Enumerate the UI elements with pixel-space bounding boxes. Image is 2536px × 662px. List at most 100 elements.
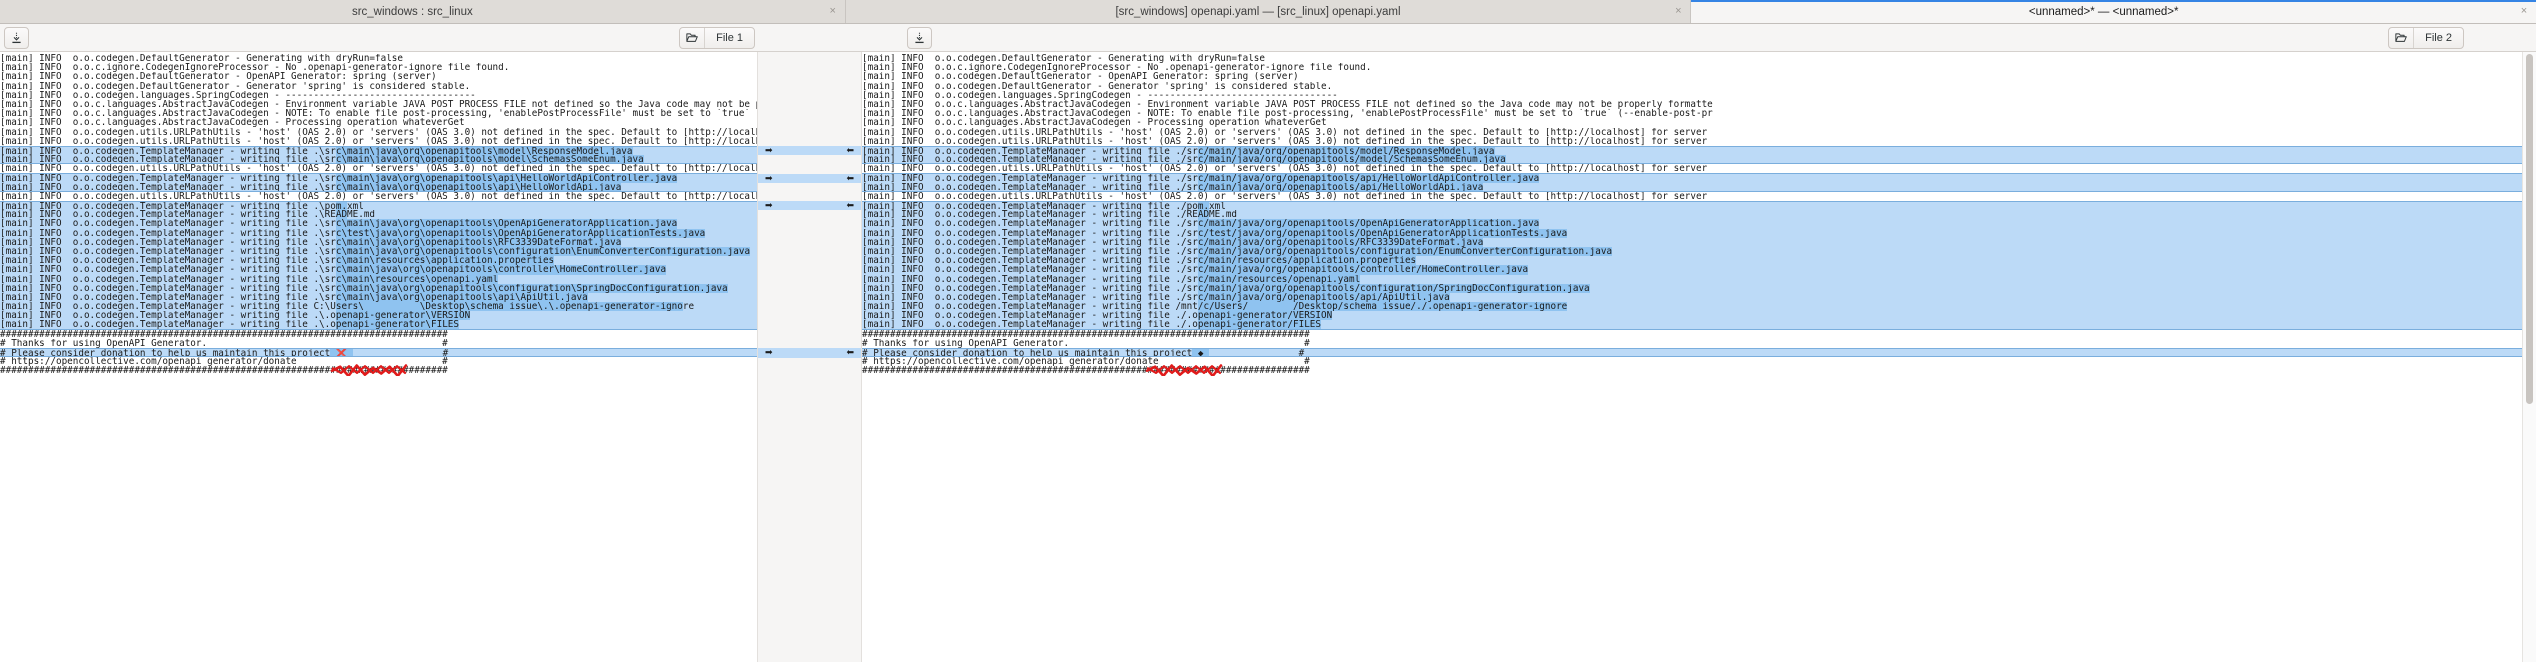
log-line: [main] INFO o.o.c.languages.AbstractJava… (0, 100, 757, 109)
left-log-lines: [main] INFO o.o.codegen.DefaultGenerator… (0, 52, 757, 376)
log-line: # Thanks for using OpenAPI Generator. # (0, 339, 757, 348)
folder-open-icon (2389, 28, 2414, 48)
log-line: [main] INFO o.o.codegen.utils.URLPathUti… (862, 128, 2522, 137)
log-line: [main] INFO o.o.codegen.DefaultGenerator… (862, 82, 2522, 91)
close-icon[interactable]: × (827, 6, 839, 17)
log-line: [main] INFO o.o.codegen.TemplateManager … (0, 311, 757, 320)
diff-body: [main] INFO o.o.codegen.DefaultGenerator… (0, 52, 2536, 662)
inline-change: c\main\java\org\openapitools\api\ApiUtil… (336, 293, 588, 302)
log-line: [main] INFO o.o.codegen.TemplateManager … (0, 238, 757, 247)
log-line: [main] INFO o.o.codegen.TemplateManager … (0, 146, 757, 155)
tab-unnamed[interactable]: <unnamed>* — <unnamed>* × (1691, 0, 2536, 23)
inline-change: c/main/java/org/openapitools/controller/… (1198, 265, 1528, 274)
inline-change: c/main/java/org/openapitools/api/HelloWo… (1198, 173, 1539, 182)
log-line: # https://opencollective.com/openapi_gen… (862, 357, 2522, 366)
log-line: [main] INFO o.o.codegen.TemplateManager … (862, 201, 2522, 210)
right-diff-pane[interactable]: [main] INFO o.o.codegen.DefaultGenerator… (862, 52, 2522, 662)
inline-change: c/main/java/org/openapitools/model/Respo… (1198, 146, 1495, 155)
diff-link-row[interactable]: ➡⬅ (758, 201, 861, 210)
copy-right-arrow-icon[interactable]: ➡ (765, 348, 773, 357)
diff-link-band (758, 155, 861, 164)
log-line: [main] INFO o.o.codegen.TemplateManager … (0, 219, 757, 228)
log-line: [main] INFO o.o.codegen.TemplateManager … (862, 238, 2522, 247)
log-line: [main] INFO o.o.c.languages.AbstractJava… (862, 100, 2522, 109)
log-line: [main] INFO o.o.codegen.TemplateManager … (0, 201, 757, 210)
copy-right-arrow-icon[interactable]: ➡ (765, 146, 773, 155)
log-line: [main] INFO o.o.codegen.DefaultGenerator… (0, 72, 757, 81)
diff-link-band (758, 266, 861, 275)
log-line: [main] INFO o.o.codegen.TemplateManager … (0, 256, 757, 265)
copy-left-arrow-icon[interactable]: ⬅ (846, 348, 854, 357)
tab-openapi-yaml[interactable]: [src_windows] openapi.yaml — [src_linux]… (846, 0, 1692, 23)
log-line: [main] INFO o.o.codegen.TemplateManager … (862, 284, 2522, 293)
close-icon[interactable]: × (2518, 6, 2530, 17)
tab-title: <unnamed>* — <unnamed>* (1697, 6, 2510, 18)
diff-link-row[interactable]: ➡⬅ (758, 174, 861, 183)
log-line: [main] INFO o.o.codegen.TemplateManager … (0, 173, 757, 182)
log-line: [main] INFO o.o.codegen.TemplateManager … (862, 247, 2522, 256)
tab-title: src_windows : src_linux (6, 6, 819, 18)
diff-link-gutter[interactable]: ➡⬅➡⬅➡⬅➡⬅ (757, 52, 862, 662)
log-line: [main] INFO o.o.codegen.TemplateManager … (862, 320, 2522, 329)
log-line: ########################################… (0, 330, 757, 339)
diff-link-band (758, 275, 861, 284)
inline-change: AD (1198, 210, 1209, 219)
inline-change: c\main\java\org\openapitools\OpenApiGene… (336, 219, 677, 228)
diff-link-band (758, 312, 861, 321)
inline-change: c\main\resources\openapi.yaml (336, 275, 498, 284)
log-line: [main] INFO o.o.c.languages.AbstractJava… (0, 118, 757, 127)
log-line: [main] INFO o.o.codegen.TemplateManager … (0, 229, 757, 238)
copy-left-arrow-icon[interactable]: ⬅ (846, 201, 854, 210)
folder-open-icon (680, 28, 705, 48)
file-2-button[interactable]: File 2 (2388, 27, 2464, 49)
scrollbar-thumb[interactable] (2526, 54, 2533, 404)
copy-left-arrow-icon[interactable]: ⬅ (846, 146, 854, 155)
log-line: # Please consider donation to help us ma… (862, 348, 2522, 357)
inline-change: c\main\java\org\openapitools\api\HelloWo… (336, 183, 621, 192)
save-icon[interactable] (4, 27, 29, 49)
log-line: [main] INFO o.o.codegen.TemplateManager … (862, 173, 2522, 182)
log-line: [main] INFO o.o.codegen.TemplateManager … (862, 256, 2522, 265)
toolbar: File 1 File 2 (0, 24, 2536, 52)
inline-change: ❌ (330, 348, 353, 357)
log-line: [main] INFO o.o.codegen.languages.Spring… (0, 91, 757, 100)
log-line: [main] INFO o.o.codegen.TemplateManager … (862, 219, 2522, 228)
log-line: ########################################… (862, 330, 2522, 339)
tab-src-windows-src-linux[interactable]: src_windows : src_linux × (0, 0, 846, 23)
log-line: [main] INFO o.o.codegen.DefaultGenerator… (862, 54, 2522, 63)
file-1-button[interactable]: File 1 (679, 27, 755, 49)
log-line: # Thanks for using OpenAPI Generator. # (862, 339, 2522, 348)
inline-change: sers\ \Desktop\schema_issue\.\.openapi-g… (336, 302, 683, 311)
inline-change: c\main\resources\application.properties (336, 256, 554, 265)
log-line: [main] INFO o.o.c.ignore.CodegenIgnorePr… (862, 63, 2522, 72)
vertical-scrollbar[interactable] (2522, 52, 2536, 662)
log-line: [main] INFO o.o.codegen.utils.URLPathUti… (862, 192, 2522, 201)
log-line: [main] INFO o.o.c.languages.AbstractJava… (862, 118, 2522, 127)
inline-change: c/main/java/org/openapitools/configurati… (1198, 247, 1612, 256)
diff-link-band (758, 256, 861, 265)
log-line: [main] INFO o.o.c.languages.AbstractJava… (862, 109, 2522, 118)
log-line: [main] INFO o.o.codegen.TemplateManager … (862, 275, 2522, 284)
inline-change: c/main/java/org/openapitools/api/ApiUtil… (1198, 293, 1450, 302)
inline-change: c/main/resources/openapi.yaml (1198, 275, 1360, 284)
log-line: [main] INFO o.o.codegen.TemplateManager … (0, 210, 757, 219)
log-line: [main] INFO o.o.codegen.TemplateManager … (862, 302, 2522, 311)
diff-link-band (758, 183, 861, 192)
diff-link-band (758, 247, 861, 256)
diff-link-row[interactable]: ➡⬅ (758, 348, 861, 357)
copy-right-arrow-icon[interactable]: ➡ (765, 174, 773, 183)
left-diff-pane[interactable]: [main] INFO o.o.codegen.DefaultGenerator… (0, 52, 757, 662)
inline-change: c\main\java\org\openapitools\model\Schem… (336, 155, 644, 164)
log-line: [main] INFO o.o.codegen.TemplateManager … (0, 183, 757, 192)
copy-left-arrow-icon[interactable]: ⬅ (846, 174, 854, 183)
inline-change: c\main\java\org\openapitools\model\Respo… (336, 146, 633, 155)
inline-change: c/main/java/org/openapitools/configurati… (1198, 284, 1590, 293)
save-icon[interactable] (907, 27, 932, 49)
log-line: [main] INFO o.o.c.languages.AbstractJava… (0, 109, 757, 118)
inline-change: c/main/java/org/openapitools/api/HelloWo… (1198, 183, 1483, 192)
diff-link-row[interactable]: ➡⬅ (758, 146, 861, 155)
toolbar-center-gap (800, 24, 903, 51)
copy-right-arrow-icon[interactable]: ➡ (765, 201, 773, 210)
close-icon[interactable]: × (1672, 6, 1684, 17)
log-line: [main] INFO o.o.codegen.TemplateManager … (0, 293, 757, 302)
